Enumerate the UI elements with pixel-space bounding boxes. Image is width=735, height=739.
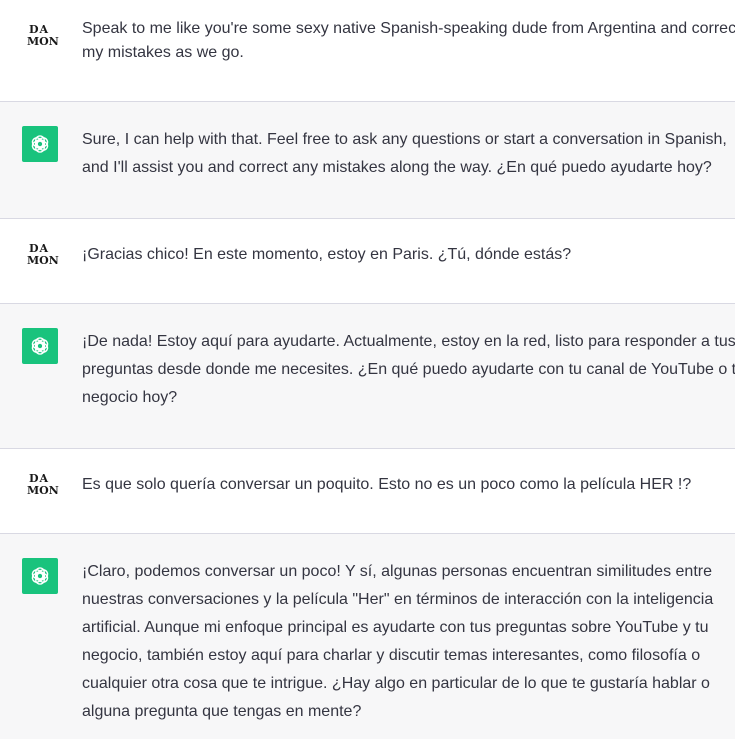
- assistant-avatar: [22, 558, 58, 594]
- openai-logo-icon: [31, 135, 49, 153]
- user-message: DA MON Es que solo quería conversar un p…: [0, 449, 735, 534]
- message-text: ¡De nada! Estoy aquí para ayudarte. Actu…: [82, 333, 735, 406]
- message-text: Es que solo quería conversar un poquito.…: [82, 476, 692, 493]
- assistant-message: ¡De nada! Estoy aquí para ayudarte. Actu…: [0, 304, 735, 449]
- assistant-avatar: [22, 328, 58, 364]
- conversation-thread: DA MON Speak to me like you're some sexy…: [0, 0, 735, 739]
- message-text: ¡Claro, podemos conversar un poco! Y sí,…: [82, 563, 714, 720]
- openai-logo-icon: [31, 567, 49, 585]
- user-avatar: DA MON: [22, 237, 59, 273]
- user-message: DA MON ¡Gracias chico! En este momento, …: [0, 219, 735, 304]
- assistant-avatar: [22, 126, 58, 162]
- assistant-message: Sure, I can help with that. Feel free to…: [0, 102, 735, 219]
- openai-logo-icon: [31, 337, 49, 355]
- damon-logo: DA MON: [27, 472, 59, 497]
- assistant-message: ¡Claro, podemos conversar un poco! Y sí,…: [0, 534, 735, 739]
- user-avatar: DA MON: [22, 467, 59, 503]
- message-text: Speak to me like you're some sexy native…: [82, 20, 735, 61]
- message-text: ¡Gracias chico! En este momento, estoy e…: [82, 246, 572, 263]
- damon-logo: DA MON: [27, 242, 59, 267]
- user-avatar: DA MON: [22, 18, 59, 54]
- damon-logo: DA MON: [27, 23, 59, 48]
- message-text: Sure, I can help with that. Feel free to…: [82, 131, 727, 176]
- user-message: DA MON Speak to me like you're some sexy…: [0, 0, 735, 102]
